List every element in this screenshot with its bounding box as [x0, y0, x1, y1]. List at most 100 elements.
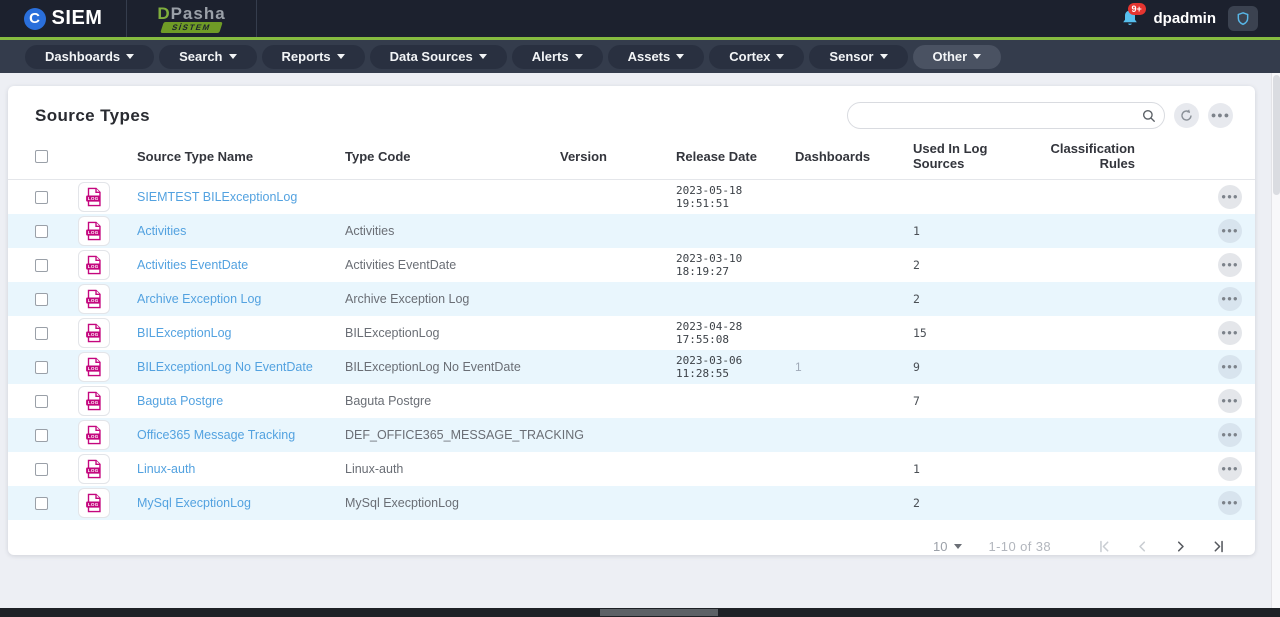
nav-item-cortex[interactable]: Cortex	[709, 45, 804, 69]
nav-item-alerts[interactable]: Alerts	[512, 45, 603, 69]
search-input[interactable]	[862, 108, 1140, 123]
next-page-button[interactable]	[1165, 532, 1195, 560]
row-actions-button[interactable]: ●●●	[1218, 491, 1242, 515]
nav-item-data-sources[interactable]: Data Sources	[370, 45, 507, 69]
user-security-button[interactable]	[1228, 6, 1258, 31]
table-row: LOG Activities Activities 1 ●●●	[8, 214, 1255, 248]
source-type-link[interactable]: Office365 Message Tracking	[137, 428, 295, 442]
select-all-checkbox[interactable]	[35, 150, 48, 163]
row-checkbox[interactable]	[35, 361, 48, 374]
log-file-icon: LOG	[78, 352, 110, 382]
row-actions-button[interactable]: ●●●	[1218, 423, 1242, 447]
table-row: LOG Linux-auth Linux-auth 1 ●●●	[8, 452, 1255, 486]
svg-text:LOG: LOG	[88, 468, 99, 473]
chevron-down-icon	[337, 54, 345, 59]
source-type-link[interactable]: Linux-auth	[137, 462, 195, 476]
notifications-button[interactable]: 9+	[1118, 7, 1142, 31]
used-in-log-sources-cell: 15	[913, 326, 1040, 340]
source-type-link[interactable]: Archive Exception Log	[137, 292, 261, 306]
used-in-log-sources-cell: 2	[913, 496, 1040, 510]
release-date-cell: 2023-05-18 19:51:51	[676, 184, 795, 210]
horizontal-scrollbar[interactable]	[0, 608, 1280, 617]
type-code-cell: MySql ExecptionLog	[345, 496, 560, 510]
refresh-button[interactable]	[1174, 103, 1199, 128]
source-type-link[interactable]: BILExceptionLog No EventDate	[137, 360, 313, 374]
siem-logo[interactable]: C SIEM	[0, 0, 127, 37]
siem-brand-name: SIEM	[52, 7, 103, 30]
username-label[interactable]: dpadmin	[1154, 10, 1217, 27]
row-actions-button[interactable]: ●●●	[1218, 389, 1242, 413]
log-file-icon: LOG	[78, 250, 110, 280]
chevron-right-icon	[1172, 538, 1189, 555]
row-actions-button[interactable]: ●●●	[1218, 185, 1242, 209]
log-file-icon: LOG	[78, 386, 110, 416]
row-actions-button[interactable]: ●●●	[1218, 219, 1242, 243]
row-checkbox[interactable]	[35, 395, 48, 408]
svg-text:LOG: LOG	[88, 434, 99, 439]
type-code-cell: BILExceptionLog No EventDate	[345, 360, 560, 374]
row-checkbox[interactable]	[35, 497, 48, 510]
chevron-down-icon	[229, 54, 237, 59]
row-checkbox[interactable]	[35, 259, 48, 272]
svg-text:LOG: LOG	[88, 332, 99, 337]
source-types-card: Source Types ●●●	[8, 86, 1255, 555]
topbar-right: 9+ dpadmin	[1118, 0, 1280, 37]
search-icon[interactable]	[1140, 107, 1158, 125]
page-size-value: 10	[933, 539, 947, 554]
source-type-link[interactable]: Activities EventDate	[137, 258, 248, 272]
row-checkbox[interactable]	[35, 327, 48, 340]
sistem-badge: SİSTEM	[160, 22, 222, 33]
table-row: LOG Archive Exception Log Archive Except…	[8, 282, 1255, 316]
col-classification-rules: Classification Rules	[1040, 141, 1135, 171]
nav-item-sensor[interactable]: Sensor	[809, 45, 907, 69]
row-checkbox[interactable]	[35, 463, 48, 476]
row-actions-button[interactable]: ●●●	[1218, 457, 1242, 481]
vertical-scrollbar-thumb[interactable]	[1273, 75, 1280, 195]
row-checkbox[interactable]	[35, 429, 48, 442]
source-type-link[interactable]: SIEMTEST BILExceptionLog	[137, 190, 297, 204]
chevron-down-icon	[575, 54, 583, 59]
source-type-link[interactable]: Baguta Postgre	[137, 394, 223, 408]
log-file-icon: LOG	[78, 216, 110, 246]
vertical-scrollbar[interactable]	[1271, 73, 1280, 608]
row-actions-button[interactable]: ●●●	[1218, 287, 1242, 311]
chevron-down-icon	[776, 54, 784, 59]
row-checkbox[interactable]	[35, 293, 48, 306]
svg-text:LOG: LOG	[88, 298, 99, 303]
chevron-down-icon	[676, 54, 684, 59]
row-checkbox[interactable]	[35, 225, 48, 238]
first-page-button[interactable]	[1089, 532, 1119, 560]
nav-item-dashboards[interactable]: Dashboards	[25, 45, 154, 69]
source-type-link[interactable]: Activities	[137, 224, 186, 238]
table-row: LOG BILExceptionLog No EventDate BILExce…	[8, 350, 1255, 384]
nav-item-assets[interactable]: Assets	[608, 45, 705, 69]
notification-count-badge: 9+	[1128, 3, 1146, 15]
row-actions-button[interactable]: ●●●	[1218, 355, 1242, 379]
nav-item-reports[interactable]: Reports	[262, 45, 365, 69]
nav-item-other[interactable]: Other	[913, 45, 1002, 69]
source-type-link[interactable]: BILExceptionLog	[137, 326, 232, 340]
source-type-link[interactable]: MySql ExecptionLog	[137, 496, 251, 510]
row-checkbox[interactable]	[35, 191, 48, 204]
log-file-icon: LOG	[78, 318, 110, 348]
page-size-select[interactable]: 10	[933, 539, 962, 554]
type-code-cell: DEF_OFFICE365_MESSAGE_TRACKING	[345, 428, 560, 442]
used-in-log-sources-cell: 7	[913, 394, 1040, 408]
more-options-button[interactable]: ●●●	[1208, 103, 1233, 128]
previous-page-button[interactable]	[1127, 532, 1157, 560]
col-version: Version	[560, 149, 676, 164]
card-toolbar: ●●●	[847, 102, 1233, 129]
type-code-cell: Activities EventDate	[345, 258, 560, 272]
last-page-button[interactable]	[1203, 532, 1233, 560]
row-actions-button[interactable]: ●●●	[1218, 253, 1242, 277]
dpasha-rest: Pasha	[171, 4, 226, 23]
dashboards-cell: 1	[795, 360, 913, 374]
nav-item-search[interactable]: Search	[159, 45, 256, 69]
horizontal-scrollbar-thumb[interactable]	[600, 609, 718, 616]
svg-text:LOG: LOG	[88, 366, 99, 371]
row-actions-button[interactable]: ●●●	[1218, 321, 1242, 345]
top-bar: C SIEM DPasha SİSTEM 9+ dpadmin	[0, 0, 1280, 37]
log-file-icon: LOG	[78, 454, 110, 484]
col-source-type-name: Source Type Name	[137, 149, 345, 164]
app-screen: C SIEM DPasha SİSTEM 9+ dpadmin	[0, 0, 1280, 617]
